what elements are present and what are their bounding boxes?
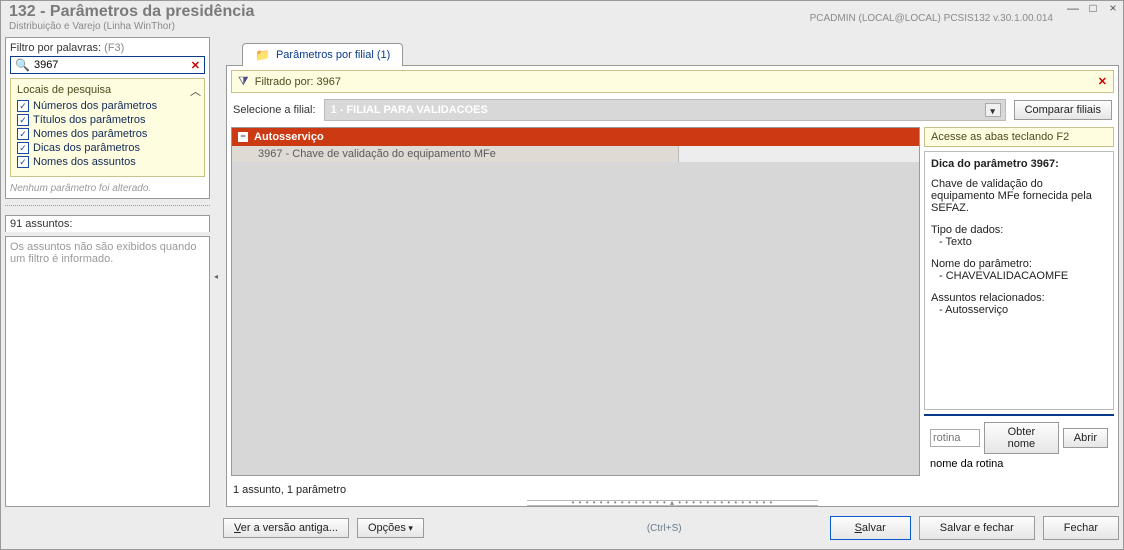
search-input[interactable] (34, 59, 191, 71)
checkbox-icon: ✓ (17, 156, 29, 168)
collapse-group-icon[interactable]: − (238, 132, 248, 142)
compare-filiais-button[interactable]: Comparar filiais (1014, 100, 1112, 120)
location-label: Nomes dos assuntos (33, 156, 136, 168)
parameter-grid[interactable]: − Autosserviço 3967 - Chave de validação… (231, 127, 920, 476)
filter-label: Filtro por palavras: (F3) (10, 42, 205, 54)
footer: VVer a versão antiga...er a versão antig… (5, 511, 1119, 545)
tab-label: Parâmetros por filial (1) (276, 49, 390, 61)
location-label: Títulos dos parâmetros (33, 114, 146, 126)
search-locations-panel: Locais de pesquisa ︿ ✓ Números dos parâme… (10, 78, 205, 177)
rotina-box: Obter nome Abrir nome da rotina (924, 414, 1114, 476)
close-button[interactable]: Fechar (1043, 516, 1119, 540)
locations-header: Locais de pesquisa (17, 84, 198, 96)
window-controls: — □ × (1063, 1, 1123, 15)
group-header[interactable]: − Autosserviço (232, 128, 919, 146)
splitter-grip-icon: ◂ (214, 272, 218, 281)
close-filter-icon[interactable]: ✕ (1098, 75, 1107, 88)
search-row: 🔍 ✕ (10, 56, 205, 74)
type-value: - Texto (931, 236, 1107, 248)
f2-hint: Acesse as abas teclando F2 (924, 127, 1114, 147)
type-label: Tipo de dados: (931, 224, 1107, 236)
param-label: 3967 - Chave de validação do equipamento… (232, 146, 679, 162)
info-title: Dica do parâmetro 3967: (931, 158, 1107, 170)
tab-strip: 📁 Parâmetros por filial (1) (226, 37, 1119, 65)
checkbox-icon: ✓ (17, 100, 29, 112)
location-check-3[interactable]: ✓ Dicas dos parâmetros (17, 142, 198, 154)
filter-bar: ⧩ Filtrado por: 3967 ✕ (231, 70, 1114, 93)
location-label: Números dos parâmetros (33, 100, 157, 112)
options-button[interactable]: Opções (357, 518, 424, 538)
location-check-0[interactable]: ✓ Números dos parâmetros (17, 100, 198, 112)
location-label: Nomes dos parâmetros (33, 128, 147, 140)
divider[interactable] (5, 205, 210, 209)
close-window-button[interactable]: × (1103, 1, 1123, 15)
filter-label-text: Filtro por palavras: (10, 42, 101, 54)
filial-select[interactable]: 1 - FILIAL PARA VALIDACOES ▾ (324, 99, 1006, 121)
clear-search-icon[interactable]: ✕ (191, 59, 200, 72)
filter-hint: (F3) (104, 42, 124, 54)
filter-bar-text: Filtrado por: 3967 (255, 76, 341, 88)
save-button[interactable]: Salvar (830, 516, 911, 540)
location-check-4[interactable]: ✓ Nomes dos assuntos (17, 156, 198, 168)
rotina-caption: nome da rotina (930, 458, 1108, 470)
status-line: 1 assunto, 1 parâmetro (227, 480, 1118, 500)
maximize-button[interactable]: □ (1083, 1, 1103, 15)
splitter[interactable]: ◂ (214, 37, 222, 507)
name-value: - CHAVEVALIDACAOMFE (931, 270, 1107, 282)
funnel-icon: ⧩ (238, 74, 249, 89)
location-check-1[interactable]: ✓ Títulos dos parâmetros (17, 114, 198, 126)
options-label: Opções (368, 522, 406, 534)
resize-grip[interactable]: • • • • • • • • • • • • • • ▴ • • • • • … (527, 500, 818, 506)
obter-nome-button[interactable]: Obter nome (984, 422, 1059, 454)
param-value-cell[interactable] (679, 146, 919, 162)
search-icon: 🔍 (15, 58, 30, 72)
name-label: Nome do parâmetro: (931, 258, 1107, 270)
location-label: Dicas dos parâmetros (33, 142, 140, 154)
main-body: ⧩ Filtrado por: 3967 ✕ Selecione a filia… (226, 65, 1119, 507)
assuntos-header: 91 assuntos: (5, 215, 210, 232)
filial-label: Selecione a filial: (233, 104, 316, 116)
group-name: Autosserviço (254, 131, 324, 143)
folder-icon: 📁 (255, 48, 270, 62)
checkbox-icon: ✓ (17, 128, 29, 140)
param-info-box: Dica do parâmetro 3967: Chave de validaç… (924, 151, 1114, 410)
param-row[interactable]: 3967 - Chave de validação do equipamento… (232, 146, 919, 162)
rotina-input[interactable] (930, 429, 980, 447)
assuntos-body: Os assuntos não são exibidos quando um f… (5, 236, 210, 507)
right-pane: Acesse as abas teclando F2 Dica do parâm… (924, 127, 1114, 476)
window-right-info: PCADMIN (LOCAL@LOCAL) PCSIS132 v.30.1.00… (810, 13, 1053, 24)
old-version-button[interactable]: VVer a versão antiga...er a versão antig… (223, 518, 349, 538)
filial-value: 1 - FILIAL PARA VALIDACOES (331, 104, 488, 116)
tab-parametros-filial[interactable]: 📁 Parâmetros por filial (1) (242, 43, 403, 66)
filial-row: Selecione a filial: 1 - FILIAL PARA VALI… (227, 97, 1118, 123)
rel-label: Assuntos relacionados: (931, 292, 1107, 304)
checkbox-icon: ✓ (17, 114, 29, 126)
dropdown-icon: ▾ (985, 103, 1001, 117)
info-desc: Chave de validação do equipamento MFe fo… (931, 178, 1107, 214)
save-close-button[interactable]: Salvar e fechar (919, 516, 1035, 540)
collapse-icon[interactable]: ︿ (190, 83, 198, 99)
rel-value: - Autosserviço (931, 304, 1107, 316)
checkbox-icon: ✓ (17, 142, 29, 154)
title-bar: 132 - Parâmetros da presidência Distribu… (1, 1, 1123, 37)
abrir-button[interactable]: Abrir (1063, 428, 1108, 448)
save-hotkey: (Ctrl+S) (647, 523, 682, 534)
no-change-text: Nenhum parâmetro foi alterado. (10, 183, 205, 194)
minimize-button[interactable]: — (1063, 1, 1083, 15)
filter-panel: Filtro por palavras: (F3) 🔍 ✕ Locais de … (5, 37, 210, 199)
location-check-2[interactable]: ✓ Nomes dos parâmetros (17, 128, 198, 140)
